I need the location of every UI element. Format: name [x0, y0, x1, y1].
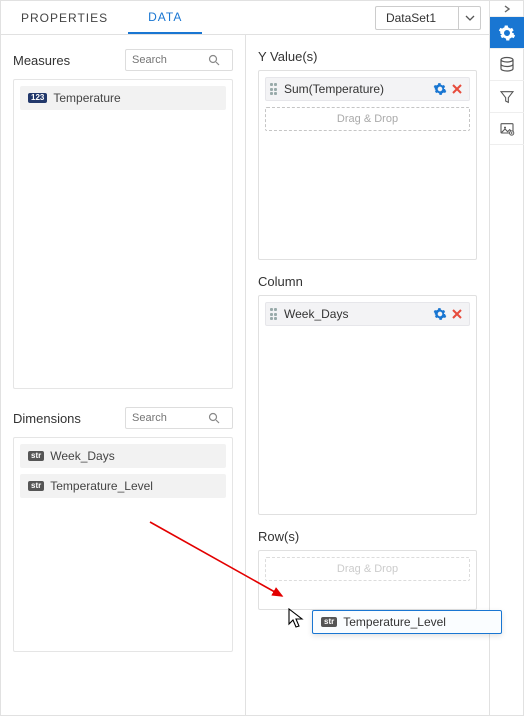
measures-title: Measures	[13, 53, 125, 68]
gear-icon	[498, 24, 516, 42]
dimension-item[interactable]: str Week_Days	[20, 444, 226, 468]
string-type-badge: str	[28, 451, 44, 461]
chevron-down-icon	[465, 13, 475, 23]
right-sidebar	[489, 1, 523, 715]
rows-drophint: Drag & Drop	[265, 557, 470, 581]
column-title: Column	[258, 274, 477, 289]
dataset-caret-button[interactable]	[458, 7, 480, 29]
remove-icon[interactable]	[451, 308, 463, 320]
sidebar-filter-button[interactable]	[490, 81, 524, 113]
yvalues-title: Y Value(s)	[258, 49, 477, 64]
grip-icon	[270, 83, 280, 95]
column-dropzone[interactable]: Week_Days	[258, 295, 477, 515]
gear-icon[interactable]	[433, 307, 447, 321]
column-pill[interactable]: Week_Days	[265, 302, 470, 326]
top-row: PROPERTIES DATA DataSet1	[1, 1, 489, 35]
rows-title: Row(s)	[258, 529, 477, 544]
yvalues-dropzone[interactable]: Sum(Temperature) Drag & Drop	[258, 70, 477, 260]
numeric-type-badge: 123	[28, 93, 47, 103]
sidebar-settings-button[interactable]	[490, 17, 524, 49]
dimensions-search[interactable]	[125, 407, 233, 429]
yvalue-pill[interactable]: Sum(Temperature)	[265, 77, 470, 101]
sidebar-data-button[interactable]	[490, 49, 524, 81]
app-root: PROPERTIES DATA DataSet1 Measures	[0, 0, 524, 716]
dimensions-list-panel: str Week_Days str Temperature_Level	[13, 437, 233, 652]
string-type-badge: str	[321, 617, 337, 627]
tab-data[interactable]: DATA	[128, 1, 202, 34]
database-icon	[498, 56, 516, 74]
search-icon	[208, 412, 220, 424]
dimension-item-label: Week_Days	[50, 449, 114, 463]
dimensions-search-input[interactable]	[132, 412, 208, 424]
drag-ghost: str Temperature_Level	[312, 610, 502, 634]
filter-icon	[499, 89, 515, 105]
tab-properties[interactable]: PROPERTIES	[1, 1, 128, 34]
image-icon	[499, 121, 515, 137]
gear-icon[interactable]	[433, 82, 447, 96]
measure-item[interactable]: 123 Temperature	[20, 86, 226, 110]
sidebar-image-button[interactable]	[490, 113, 524, 145]
rows-dropzone[interactable]: Drag & Drop	[258, 550, 477, 610]
search-icon	[208, 54, 220, 66]
tabs: PROPERTIES DATA	[1, 1, 202, 34]
dimensions-title: Dimensions	[13, 411, 125, 426]
left-pane: Measures 123 Temperature Dimensions	[1, 35, 246, 715]
dataset-selected-label: DataSet1	[376, 11, 458, 25]
main-panel: PROPERTIES DATA DataSet1 Measures	[1, 1, 489, 715]
measure-item-label: Temperature	[53, 91, 120, 105]
dataset-select[interactable]: DataSet1	[375, 6, 481, 30]
remove-icon[interactable]	[451, 83, 463, 95]
yvalues-drophint: Drag & Drop	[265, 107, 470, 131]
string-type-badge: str	[28, 481, 44, 491]
drag-ghost-label: Temperature_Level	[343, 615, 446, 629]
yvalue-pill-label: Sum(Temperature)	[284, 82, 429, 96]
chevron-right-icon	[502, 5, 512, 13]
measures-list-panel: 123 Temperature	[13, 79, 233, 389]
grip-icon	[270, 308, 280, 320]
dimensions-header: Dimensions	[13, 407, 233, 429]
dimension-item[interactable]: str Temperature_Level	[20, 474, 226, 498]
column-pill-label: Week_Days	[284, 307, 429, 321]
collapse-button[interactable]	[490, 1, 523, 17]
measures-header: Measures	[13, 49, 233, 71]
measures-search[interactable]	[125, 49, 233, 71]
measures-search-input[interactable]	[132, 54, 208, 66]
dimension-item-label: Temperature_Level	[50, 479, 153, 493]
